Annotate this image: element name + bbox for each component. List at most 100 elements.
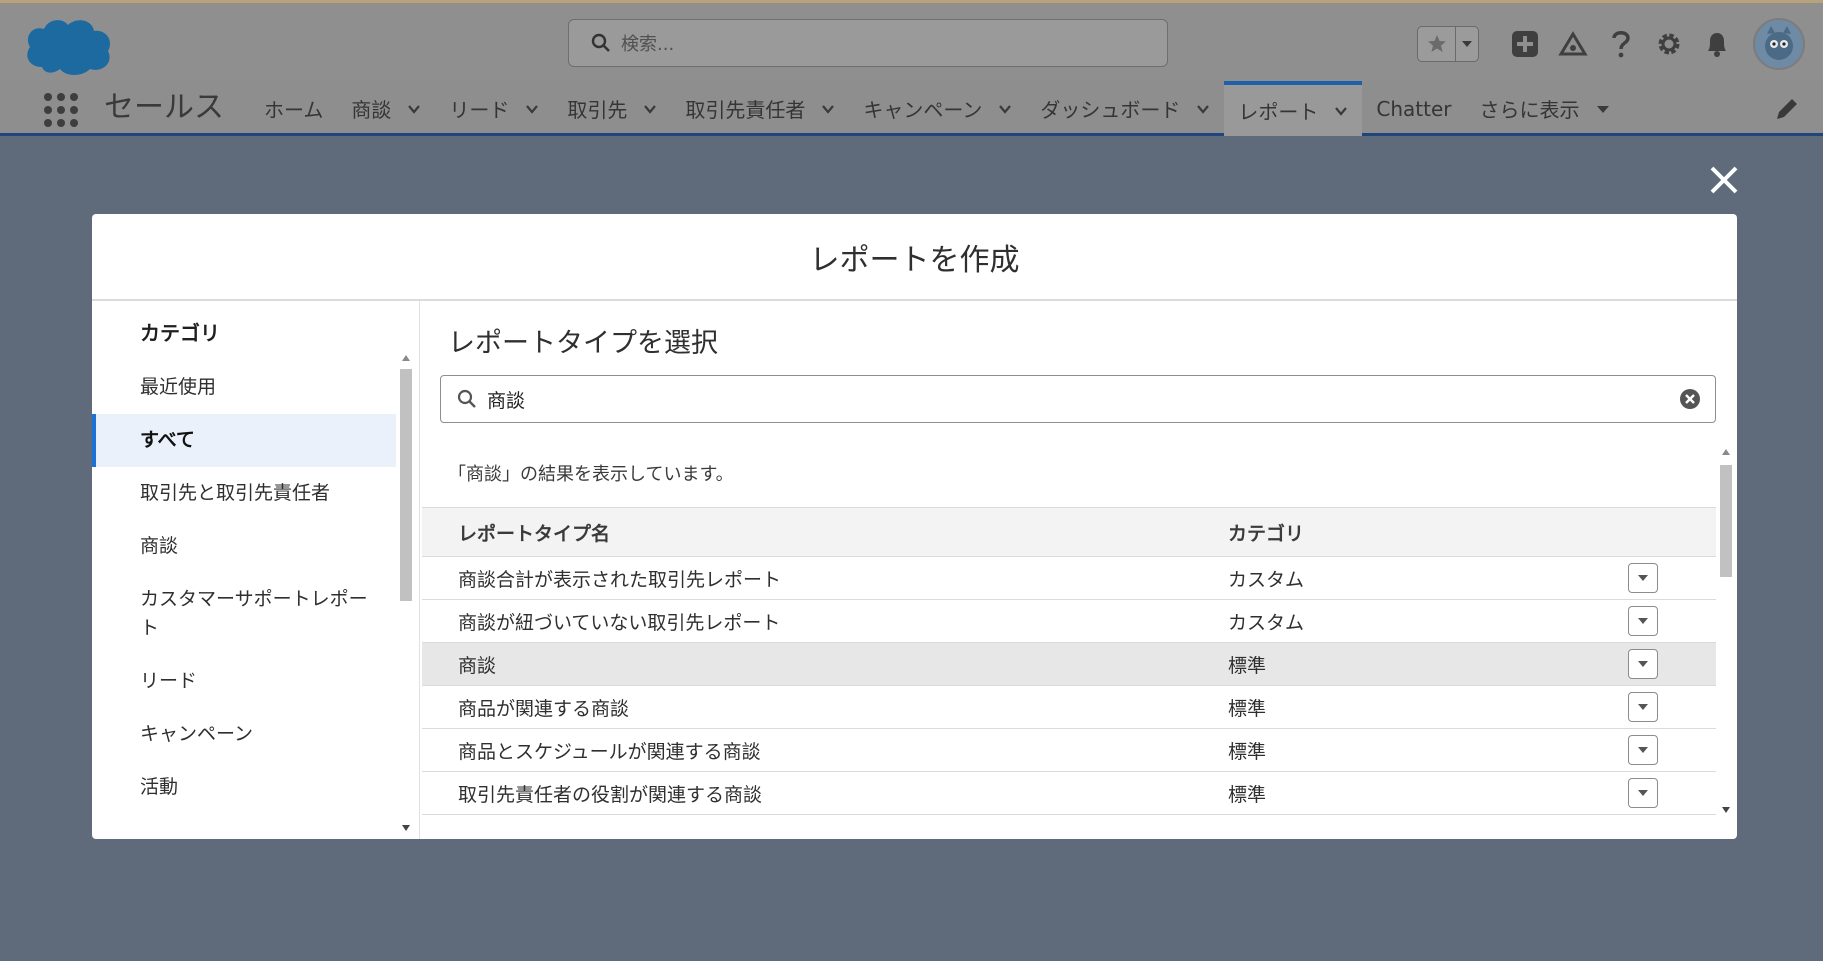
search-value: 商談 [487,389,526,412]
report-type-heading: レポートタイプを選択 [448,328,718,359]
row-actions-button[interactable] [1628,563,1658,593]
scrollbar-thumb[interactable] [400,369,412,601]
report-type-name[interactable]: 商談合計が表示された取引先レポート [422,565,1228,592]
modal-title: レポートを作成 [809,242,1020,278]
app-navigation-bar: セールス ホーム 商談 リード 取引先 取引先責任者 キャンペーン ダッシュボー… [0,81,1823,136]
table-row[interactable]: 商談 標準 [422,643,1716,686]
scroll-down-arrow-icon[interactable] [401,823,411,833]
report-type-category: カスタム [1228,611,1305,634]
row-actions-button[interactable] [1628,606,1658,636]
favorites-star-button[interactable] [1418,27,1456,61]
tab-leads[interactable]: リード [435,81,553,136]
report-type-name[interactable]: 商品とスケジュールが関連する商談 [422,737,1228,764]
tab-accounts[interactable]: 取引先 [553,81,671,136]
column-header-category[interactable]: カテゴリ [1228,519,1628,546]
close-icon[interactable] [1704,160,1744,200]
column-header-name[interactable]: レポートタイプ名 [422,519,1228,546]
table-row[interactable]: 商談合計が表示された取引先レポート カスタム [422,557,1716,600]
report-type-search-input[interactable]: 商談 [440,375,1716,423]
chevron-down-icon [1638,790,1648,796]
user-avatar-icon [1765,26,1793,60]
row-actions-button[interactable] [1628,692,1658,722]
category-item-all[interactable]: すべて [92,414,396,467]
salesforce-cloud-logo[interactable] [22,15,114,77]
tab-label: リード [449,98,510,122]
favorites-dropdown-button[interactable] [1456,27,1478,61]
chevron-down-icon [1638,661,1648,667]
search-icon [457,389,476,408]
tab-label: ホーム [264,98,324,122]
tab-chatter[interactable]: Chatter [1362,81,1465,136]
tab-label: レポート [1238,100,1319,124]
global-search[interactable]: 検索... [568,19,1168,67]
chevron-down-icon[interactable] [1196,102,1210,116]
chevron-down-icon[interactable] [407,102,421,116]
report-type-scrollbar[interactable] [1716,443,1736,819]
table-row[interactable]: 商品とスケジュールが関連する商談 標準 [422,729,1716,772]
avatar[interactable] [1753,18,1805,70]
notifications-button[interactable] [1693,20,1741,68]
chevron-down-icon[interactable] [643,102,657,116]
modal-body: カテゴリ 最近使用 すべて 取引先と取引先責任者 商談 カスタマーサポートレポー… [92,301,1737,839]
setup-button[interactable] [1645,20,1693,68]
row-actions-button[interactable] [1628,649,1658,679]
chevron-down-icon[interactable] [998,102,1012,116]
tab-reports[interactable]: レポート [1224,81,1363,136]
report-type-name[interactable]: 商談が紐づいていない取引先レポート [422,608,1228,635]
row-actions-button[interactable] [1628,735,1658,765]
report-type-name[interactable]: 取引先責任者の役割が関連する商談 [422,780,1228,807]
bell-icon [1708,33,1726,57]
report-type-name[interactable]: 商品が関連する商談 [422,694,1228,721]
scroll-up-arrow-icon[interactable] [401,353,411,363]
tab-opportunities[interactable]: 商談 [337,81,435,136]
category-item-opportunities[interactable]: 商談 [92,520,396,573]
category-item-activities[interactable]: 活動 [92,761,396,814]
tab-home[interactable]: ホーム [250,81,337,136]
category-item-leads[interactable]: リード [92,655,396,708]
category-item-accounts-contacts[interactable]: 取引先と取引先責任者 [92,467,396,520]
search-icon [591,33,610,52]
tab-more[interactable]: さらに表示 [1466,81,1624,136]
chevron-down-icon[interactable] [821,102,835,116]
app-launcher-icon[interactable] [44,93,78,127]
tab-campaigns[interactable]: キャンペーン [849,81,1026,136]
tab-label: 取引先責任者 [685,98,806,122]
nav-tabs: ホーム 商談 リード 取引先 取引先責任者 キャンペーン ダッシュボード レポー… [250,81,1624,136]
category-item-recent[interactable]: 最近使用 [92,361,396,414]
row-actions-button[interactable] [1628,778,1658,808]
tab-label: ダッシュボード [1040,98,1181,122]
scrollbar-thumb[interactable] [1720,465,1732,577]
table-row[interactable]: 取引先責任者の役割が関連する商談 標準 [422,772,1716,815]
global-header: 検索... [0,0,1823,81]
category-item-customer-support[interactable]: カスタマーサポートレポート [92,573,382,655]
favorites-button-group [1417,26,1479,62]
help-button[interactable] [1597,20,1645,68]
tab-contacts[interactable]: 取引先責任者 [671,81,849,136]
clear-search-icon[interactable] [1679,388,1701,410]
category-heading: カテゴリ [140,321,220,345]
chevron-down-icon [1638,575,1648,581]
scrollbar-track[interactable] [400,369,412,817]
category-scrollbar[interactable] [396,347,416,839]
scroll-down-arrow-icon[interactable] [1721,805,1731,815]
tab-label: 商談 [351,98,392,122]
trailhead-button[interactable] [1549,20,1597,68]
scroll-up-arrow-icon[interactable] [1721,447,1731,457]
report-type-name[interactable]: 商談 [422,651,1228,678]
table-row[interactable]: 商談が紐づいていない取引先レポート カスタム [422,600,1716,643]
help-icon [1612,31,1630,58]
chevron-down-icon[interactable] [1334,104,1348,118]
tab-dashboards[interactable]: ダッシュボード [1026,81,1224,136]
app-name: セールス [104,90,224,125]
scrollbar-track[interactable] [1720,465,1732,797]
table-row[interactable]: 商品が関連する商談 標準 [422,686,1716,729]
search-placeholder: 検索... [621,34,675,55]
chevron-down-icon[interactable] [525,102,539,116]
caret-down-icon[interactable] [1596,102,1610,116]
report-type-table: レポートタイプ名 カテゴリ 商談合計が表示された取引先レポート カスタム 商談が… [422,507,1716,815]
modal-header: レポートを作成 [92,214,1737,301]
global-actions-button[interactable] [1501,20,1549,68]
tab-label: 取引先 [567,98,628,122]
category-item-campaigns[interactable]: キャンペーン [92,708,396,761]
edit-nav-pencil-icon[interactable] [1773,95,1801,123]
